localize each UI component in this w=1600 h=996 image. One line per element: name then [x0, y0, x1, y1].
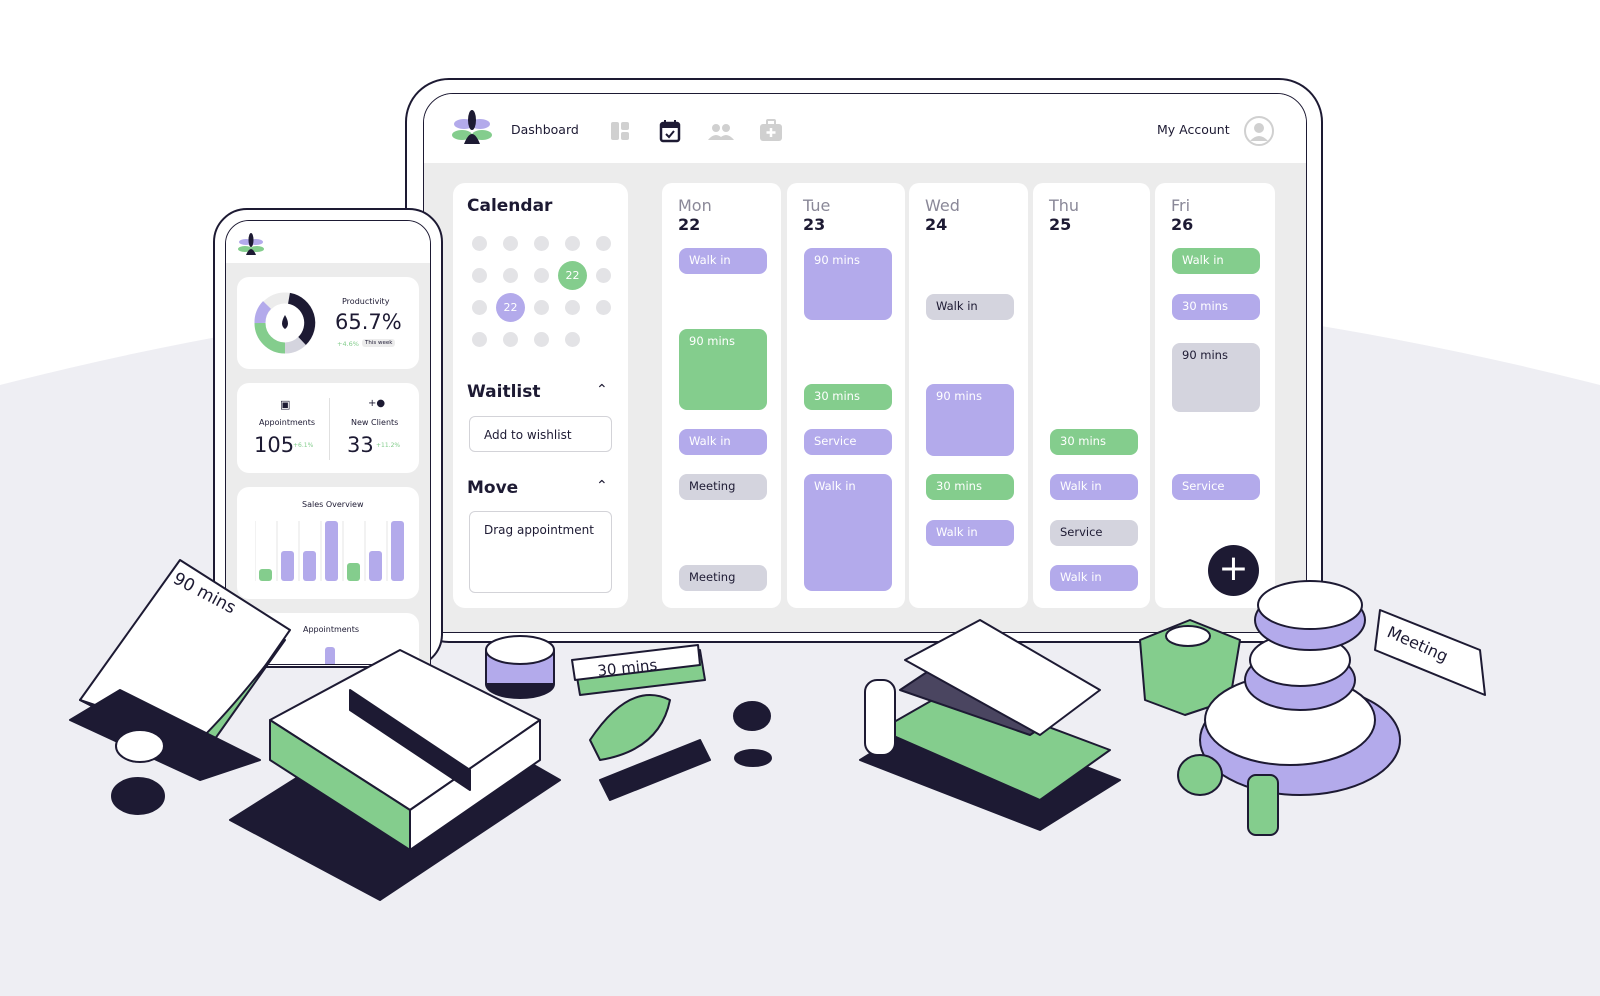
- appointment-event[interactable]: Service: [1172, 474, 1260, 500]
- appointment-event[interactable]: Walk in: [926, 294, 1014, 320]
- appointment-event[interactable]: 90 mins: [679, 329, 767, 410]
- appointments-card: Appointments: [237, 613, 419, 664]
- appointment-event[interactable]: Walk in: [804, 474, 892, 591]
- sales-bar: [347, 563, 360, 581]
- appointment-event[interactable]: Service: [804, 429, 892, 455]
- appointments-label: Appointments: [259, 418, 316, 427]
- drag-appointment-area[interactable]: Drag appointment: [469, 511, 612, 593]
- calendar-day[interactable]: [472, 332, 487, 347]
- appointment-event[interactable]: Meeting: [679, 565, 767, 591]
- appointment-event[interactable]: 90 mins: [1172, 343, 1260, 412]
- calendar-day[interactable]: [534, 332, 549, 347]
- move-heading: Move: [467, 478, 519, 498]
- period-badge: This week: [362, 339, 396, 347]
- day-number: 22: [678, 215, 701, 234]
- day-name: Thu: [1049, 196, 1080, 215]
- sales-overview-card: Sales Overview: [237, 487, 419, 599]
- avatar-icon[interactable]: [1244, 116, 1274, 146]
- calendar-day[interactable]: [565, 300, 580, 315]
- productivity-label: Productivity: [342, 297, 390, 306]
- productivity-card: Productivity 65.7% +4.6% This week: [237, 277, 419, 369]
- productivity-donut: [254, 292, 316, 354]
- calendar-day[interactable]: [596, 300, 611, 315]
- sales-bar: [281, 551, 294, 581]
- dashboard-title: Dashboard: [511, 122, 579, 137]
- clients-label: New Clients: [351, 418, 399, 427]
- appointment-event[interactable]: Walk in: [926, 520, 1014, 546]
- calendar-day[interactable]: [472, 236, 487, 251]
- appointments-value: 105: [254, 433, 295, 457]
- appointment-event[interactable]: 30 mins: [804, 384, 892, 410]
- appointment-event[interactable]: Meeting: [679, 474, 767, 500]
- sales-bar: [303, 551, 316, 581]
- add-user-icon: +●: [368, 398, 386, 409]
- appointment-event[interactable]: Walk in: [679, 248, 767, 274]
- day-name: Wed: [925, 196, 960, 215]
- header: Dashboard My Account: [424, 94, 1306, 163]
- day-name: Tue: [803, 196, 831, 215]
- add-appointment-button[interactable]: +: [1208, 545, 1259, 596]
- chevron-up-icon[interactable]: ⌃: [596, 382, 608, 398]
- calendar-day[interactable]: [534, 300, 549, 315]
- appointment-event[interactable]: 30 mins: [1050, 429, 1138, 455]
- calendar-day[interactable]: [503, 332, 518, 347]
- calendar-day[interactable]: [596, 236, 611, 251]
- calendar-day[interactable]: [503, 236, 518, 251]
- calendar-day[interactable]: [503, 268, 518, 283]
- users-icon[interactable]: [708, 123, 734, 141]
- sales-title: Sales Overview: [302, 500, 364, 509]
- calendar-check-icon[interactable]: [659, 119, 681, 143]
- appointment-event[interactable]: 90 mins: [804, 248, 892, 320]
- clients-value: 33: [347, 433, 374, 457]
- appointment-event[interactable]: Walk in: [1172, 248, 1260, 274]
- my-account-link[interactable]: My Account: [1157, 122, 1230, 137]
- day-name: Mon: [678, 196, 712, 215]
- appointment-event[interactable]: 90 mins: [926, 384, 1014, 456]
- sales-bar: [391, 521, 404, 581]
- calendar-day[interactable]: [534, 236, 549, 251]
- calendar-day[interactable]: [472, 300, 487, 315]
- appointments-card-title: Appointments: [303, 625, 360, 634]
- phone-screen: Productivity 65.7% +4.6% This week ▣ App…: [225, 220, 431, 665]
- clients-change: +11.2%: [376, 442, 401, 449]
- sales-bar: [325, 521, 338, 581]
- chevron-up-icon[interactable]: ⌃: [596, 478, 608, 494]
- day-number: 26: [1171, 215, 1194, 234]
- appointments-change: +6.1%: [293, 442, 314, 449]
- appointment-event[interactable]: 30 mins: [1172, 294, 1260, 320]
- medical-kit-icon[interactable]: [759, 119, 783, 141]
- day-name: Fri: [1171, 196, 1191, 215]
- stats-card: ▣ Appointments 105 +6.1% +● New Clients …: [237, 383, 419, 473]
- layout-icon[interactable]: [610, 121, 630, 141]
- calendar-heading: Calendar: [467, 196, 553, 216]
- productivity-change: +4.6%: [337, 340, 359, 348]
- calendar-day[interactable]: [472, 268, 487, 283]
- sales-bar: [369, 551, 382, 581]
- sales-bar: [259, 569, 272, 581]
- add-to-wishlist-button[interactable]: Add to wishlist: [469, 416, 612, 452]
- day-number: 23: [803, 215, 826, 234]
- appointment-event[interactable]: Service: [1050, 520, 1138, 546]
- calendar-day[interactable]: [565, 236, 580, 251]
- calendar-day[interactable]: [565, 332, 580, 347]
- appointment-event[interactable]: Walk in: [679, 429, 767, 455]
- productivity-value: 65.7%: [335, 310, 402, 334]
- logo-icon: [452, 110, 492, 144]
- calendar-day[interactable]: [534, 268, 549, 283]
- selected-date[interactable]: 22: [496, 293, 525, 322]
- logo-icon: [238, 233, 264, 255]
- calendar-day[interactable]: [596, 268, 611, 283]
- waitlist-heading: Waitlist: [467, 382, 541, 402]
- appointment-event[interactable]: Walk in: [1050, 565, 1138, 591]
- appointment-event[interactable]: Walk in: [1050, 474, 1138, 500]
- selected-date[interactable]: 22: [558, 261, 587, 290]
- appointment-event[interactable]: 30 mins: [926, 474, 1014, 500]
- sales-chart: [255, 521, 404, 581]
- day-number: 25: [1049, 215, 1072, 234]
- day-number: 24: [925, 215, 948, 234]
- calendar-plus-icon: ▣: [280, 398, 291, 411]
